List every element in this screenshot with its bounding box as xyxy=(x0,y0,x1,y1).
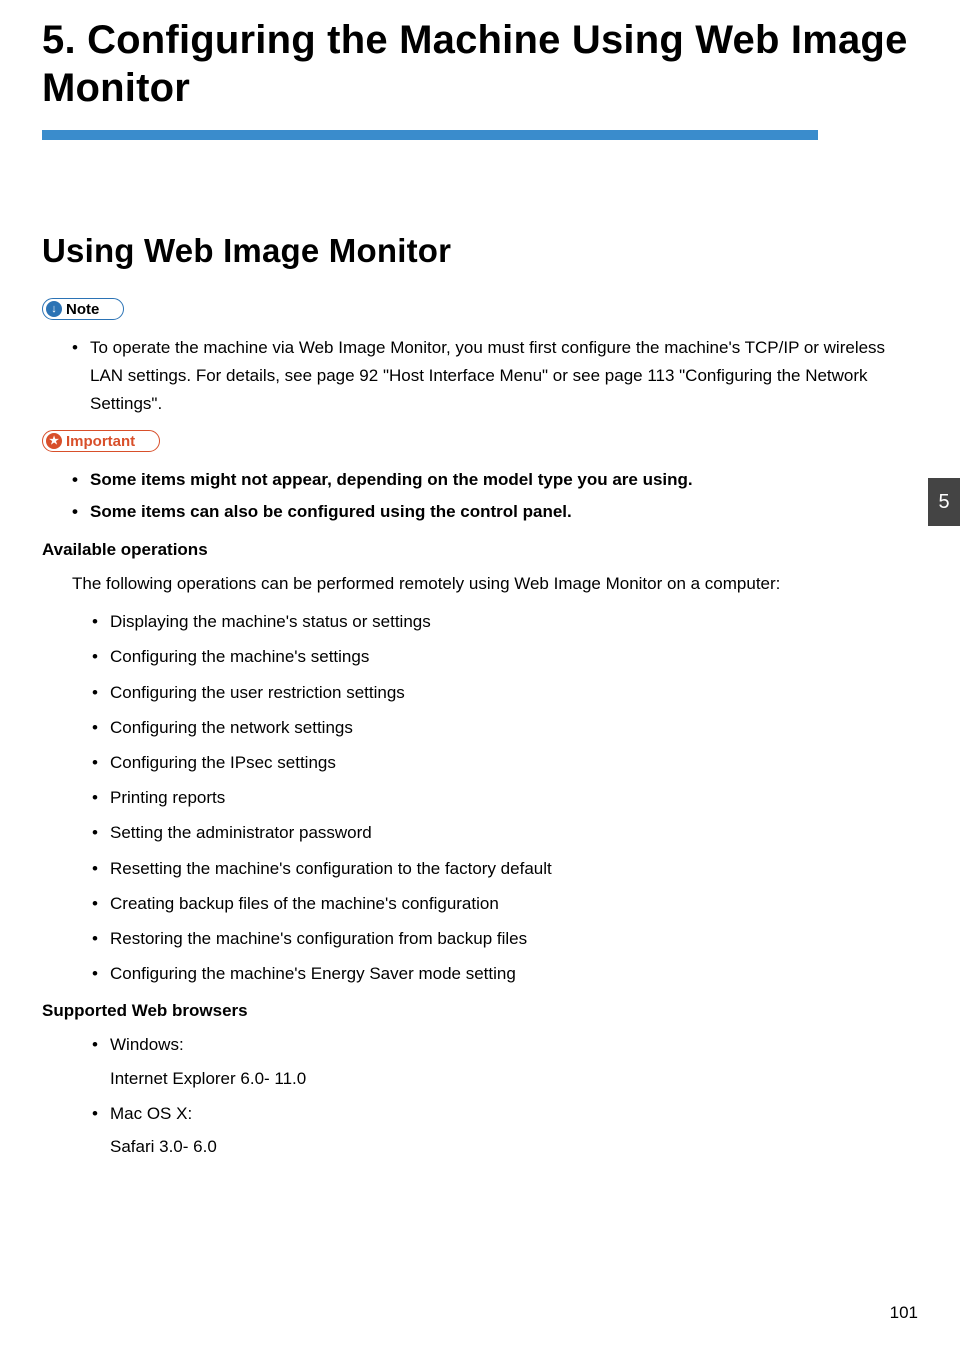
available-item: Displaying the machine's status or setti… xyxy=(92,608,918,635)
important-icon: ★ xyxy=(46,433,62,449)
browsers-list: Windows: Internet Explorer 6.0- 11.0 Mac… xyxy=(42,1031,918,1160)
available-item: Creating backup files of the machine's c… xyxy=(92,890,918,917)
important-list: Some items might not appear, depending o… xyxy=(42,466,918,526)
available-item: Configuring the IPsec settings xyxy=(92,749,918,776)
browser-item: Windows: Internet Explorer 6.0- 11.0 xyxy=(92,1031,918,1091)
available-item: Configuring the network settings xyxy=(92,714,918,741)
browsers-heading: Supported Web browsers xyxy=(42,1001,918,1021)
browser-detail: Safari 3.0- 6.0 xyxy=(110,1133,918,1160)
available-item: Configuring the machine's Energy Saver m… xyxy=(92,960,918,987)
chapter-divider xyxy=(42,130,818,140)
important-item: Some items can also be configured using … xyxy=(72,498,918,526)
browser-os: Windows: xyxy=(110,1035,184,1054)
available-item: Resetting the machine's configuration to… xyxy=(92,855,918,882)
important-item: Some items might not appear, depending o… xyxy=(72,466,918,494)
available-item: Configuring the machine's settings xyxy=(92,643,918,670)
available-item: Restoring the machine's configuration fr… xyxy=(92,925,918,952)
chapter-tab: 5 xyxy=(928,478,960,526)
note-icon: ↓ xyxy=(46,301,62,317)
note-list: To operate the machine via Web Image Mon… xyxy=(42,334,918,418)
important-badge: ★ Important xyxy=(42,430,160,452)
page-number: 101 xyxy=(890,1303,918,1323)
available-item: Setting the administrator password xyxy=(92,819,918,846)
available-item: Configuring the user restriction setting… xyxy=(92,679,918,706)
available-heading: Available operations xyxy=(42,540,918,560)
available-list: Displaying the machine's status or setti… xyxy=(42,608,918,987)
note-badge: ↓ Note xyxy=(42,298,124,320)
section-title: Using Web Image Monitor xyxy=(42,232,918,270)
available-item: Printing reports xyxy=(92,784,918,811)
important-label: Important xyxy=(66,433,135,450)
browser-detail: Internet Explorer 6.0- 11.0 xyxy=(110,1065,918,1092)
note-item: To operate the machine via Web Image Mon… xyxy=(72,334,918,418)
available-intro: The following operations can be performe… xyxy=(42,570,918,598)
note-label: Note xyxy=(66,301,99,318)
browser-os: Mac OS X: xyxy=(110,1104,192,1123)
chapter-title: 5. Configuring the Machine Using Web Ima… xyxy=(42,0,918,112)
browser-item: Mac OS X: Safari 3.0- 6.0 xyxy=(92,1100,918,1160)
